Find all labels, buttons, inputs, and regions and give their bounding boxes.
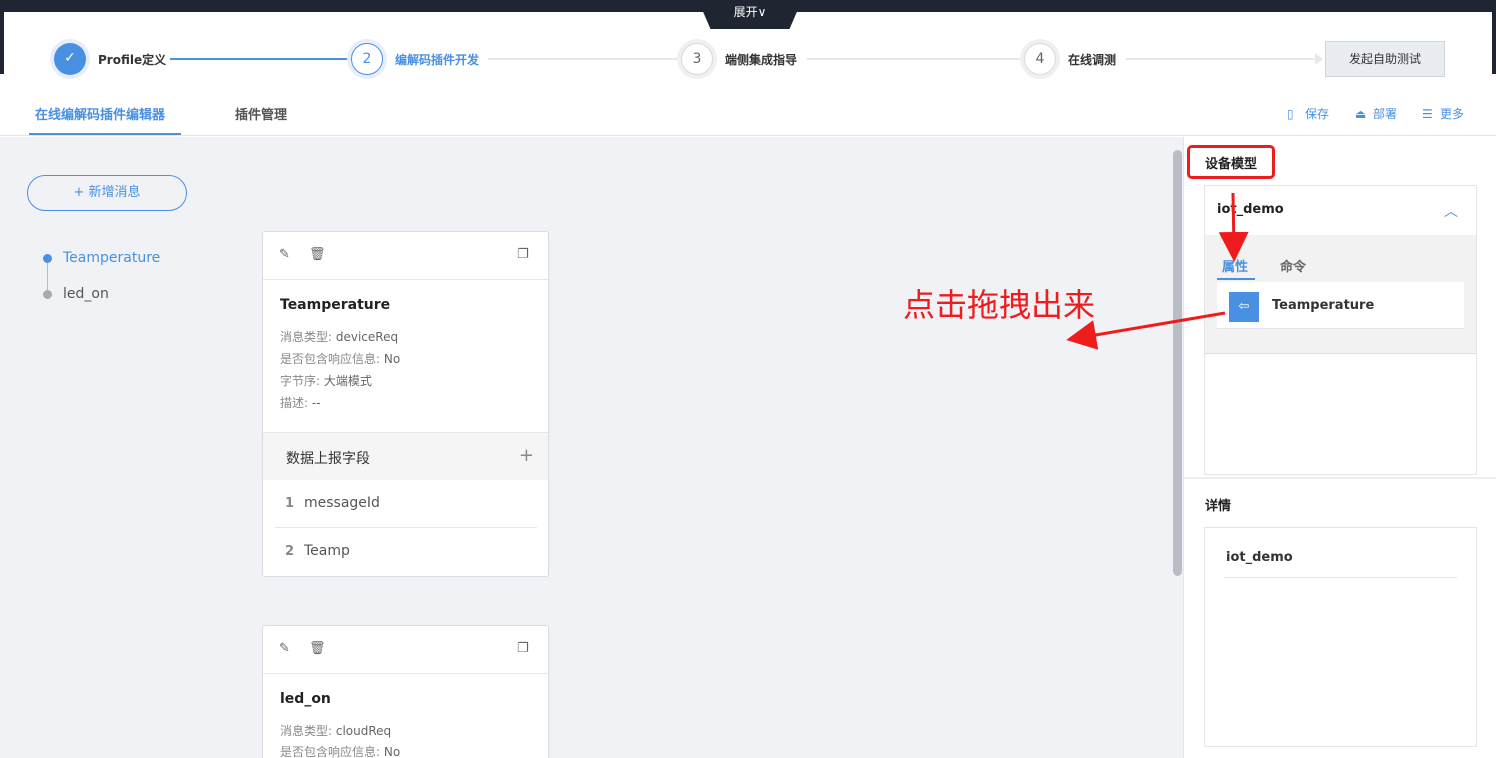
add-field-icon[interactable]: + bbox=[519, 445, 534, 466]
step-1-label: Profile定义 bbox=[98, 53, 167, 67]
message-card-teamperature[interactable]: ✎ 🗑 ❐ Teamperature 消息类型: deviceReq 是否包含响… bbox=[262, 231, 549, 577]
info-key: 是否包含响应信息: bbox=[280, 352, 384, 366]
add-message-button[interactable]: + 新增消息 bbox=[27, 175, 187, 211]
message-card-led-on[interactable]: ✎ 🗑 ❐ led_on 消息类型: cloudReq 是否包含响应信息: No bbox=[262, 625, 549, 758]
step-connector bbox=[1126, 58, 1316, 60]
active-tab-underline bbox=[29, 133, 181, 135]
deploy-button[interactable]: ⏏ 部署 bbox=[1355, 105, 1397, 122]
info-key: 字节序: bbox=[280, 374, 324, 388]
more-button[interactable]: ☰ 更多 bbox=[1422, 105, 1464, 122]
editor-canvas[interactable] bbox=[0, 137, 1183, 758]
step-connector bbox=[488, 58, 678, 60]
tree-item-led-on[interactable]: led_on bbox=[63, 286, 109, 302]
card-info-line: 字节序: 大端模式 bbox=[280, 372, 372, 389]
property-drag-icon[interactable]: ⇦ bbox=[1229, 292, 1259, 322]
card-title: led_on bbox=[280, 691, 331, 707]
detail-title: 详情 bbox=[1205, 499, 1232, 514]
save-label: 保存 bbox=[1305, 107, 1330, 121]
more-label: 更多 bbox=[1440, 107, 1465, 121]
annotation-highlight-box bbox=[1187, 145, 1275, 179]
field-index: 2 bbox=[285, 544, 295, 559]
tree-dot-active bbox=[43, 254, 52, 263]
step-3-label: 端侧集成指导 bbox=[725, 53, 798, 67]
card-info-line: 消息类型: deviceReq bbox=[280, 328, 398, 345]
field-name: messageId bbox=[304, 495, 380, 511]
field-name: Teamp bbox=[304, 543, 350, 559]
active-tab-underline bbox=[1217, 278, 1255, 280]
step-3-number: 3 bbox=[681, 43, 713, 75]
card-info-line: 是否包含响应信息: No bbox=[280, 743, 400, 758]
info-key: 是否包含响应信息: bbox=[280, 745, 384, 758]
chevron-up-icon[interactable]: ︿ bbox=[1444, 201, 1458, 221]
deploy-label: 部署 bbox=[1373, 107, 1398, 121]
card-info-line: 是否包含响应信息: No bbox=[280, 350, 400, 367]
info-value: cloudReq bbox=[335, 724, 392, 738]
progress-steps: ✓ Profile定义 2 编解码插件开发 3 端侧集成指导 4 在线调测 bbox=[0, 12, 1496, 92]
self-test-button[interactable]: 发起自助测试 bbox=[1325, 41, 1445, 77]
step-2-number: 2 bbox=[351, 43, 383, 75]
tab-properties[interactable]: 属性 bbox=[1222, 256, 1248, 275]
step-4-label: 在线调测 bbox=[1068, 53, 1117, 67]
info-key: 消息类型: bbox=[280, 724, 336, 738]
tab-plugin-manage[interactable]: 插件管理 bbox=[235, 104, 287, 123]
info-value: -- bbox=[311, 396, 321, 410]
top-bar: 展开∨ bbox=[0, 0, 1496, 29]
copy-icon[interactable]: ❐ bbox=[517, 247, 529, 262]
field-index: 1 bbox=[285, 496, 295, 511]
info-value: No bbox=[383, 352, 401, 366]
field-row[interactable]: 2 Teamp bbox=[275, 528, 537, 576]
divider bbox=[1184, 477, 1496, 479]
card-info-line: 描述: -- bbox=[280, 394, 321, 411]
step-4-number: 4 bbox=[1024, 43, 1056, 75]
property-name[interactable]: Teamperature bbox=[1272, 298, 1374, 313]
info-key: 描述: bbox=[280, 396, 312, 410]
step-connector bbox=[807, 58, 1022, 60]
tree-dot bbox=[43, 290, 52, 299]
editor-tabs: 在线编解码插件编辑器 插件管理 ▯ 保存 ⏏ 部署 ☰ 更多 bbox=[0, 92, 1496, 136]
upload-fields-header: 数据上报字段 + bbox=[263, 432, 548, 480]
step-1-check-icon: ✓ bbox=[54, 43, 86, 75]
edit-icon[interactable]: ✎ bbox=[279, 247, 290, 262]
info-key: 消息类型: bbox=[280, 330, 336, 344]
card-toolbar: ✎ 🗑 ❐ bbox=[263, 626, 548, 674]
copy-icon[interactable]: ❐ bbox=[517, 641, 529, 656]
card-info-line: 消息类型: cloudReq bbox=[280, 722, 391, 739]
tab-online-editor[interactable]: 在线编解码插件编辑器 bbox=[35, 104, 165, 123]
info-value: 大端模式 bbox=[323, 374, 372, 388]
drag-annotation: 点击拖拽出来 bbox=[903, 286, 1096, 324]
arrow-right-icon bbox=[1315, 53, 1323, 65]
tab-commands[interactable]: 命令 bbox=[1280, 256, 1306, 275]
info-value: No bbox=[383, 745, 401, 758]
field-row[interactable]: 1 messageId bbox=[275, 480, 537, 528]
canvas-scrollbar[interactable] bbox=[1173, 150, 1182, 576]
edit-icon[interactable]: ✎ bbox=[279, 641, 290, 656]
step-connector bbox=[170, 58, 350, 60]
detail-model-name: iot_demo bbox=[1226, 550, 1293, 565]
tree-item-teamperature[interactable]: Teamperature bbox=[63, 250, 160, 266]
model-name[interactable]: iot_demo bbox=[1217, 202, 1284, 217]
save-icon: ▯ bbox=[1287, 107, 1294, 121]
section-title: 数据上报字段 bbox=[286, 451, 370, 467]
card-toolbar: ✎ 🗑 ❐ bbox=[263, 232, 548, 280]
info-value: deviceReq bbox=[335, 330, 399, 344]
deploy-icon: ⏏ bbox=[1355, 107, 1367, 121]
step-2-label: 编解码插件开发 bbox=[395, 53, 480, 67]
divider bbox=[1224, 577, 1457, 578]
delete-icon[interactable]: 🗑 bbox=[309, 247, 326, 262]
menu-icon: ☰ bbox=[1422, 107, 1433, 121]
delete-icon[interactable]: 🗑 bbox=[309, 641, 326, 656]
save-button[interactable]: ▯ 保存 bbox=[1287, 105, 1329, 122]
card-title: Teamperature bbox=[280, 297, 391, 313]
